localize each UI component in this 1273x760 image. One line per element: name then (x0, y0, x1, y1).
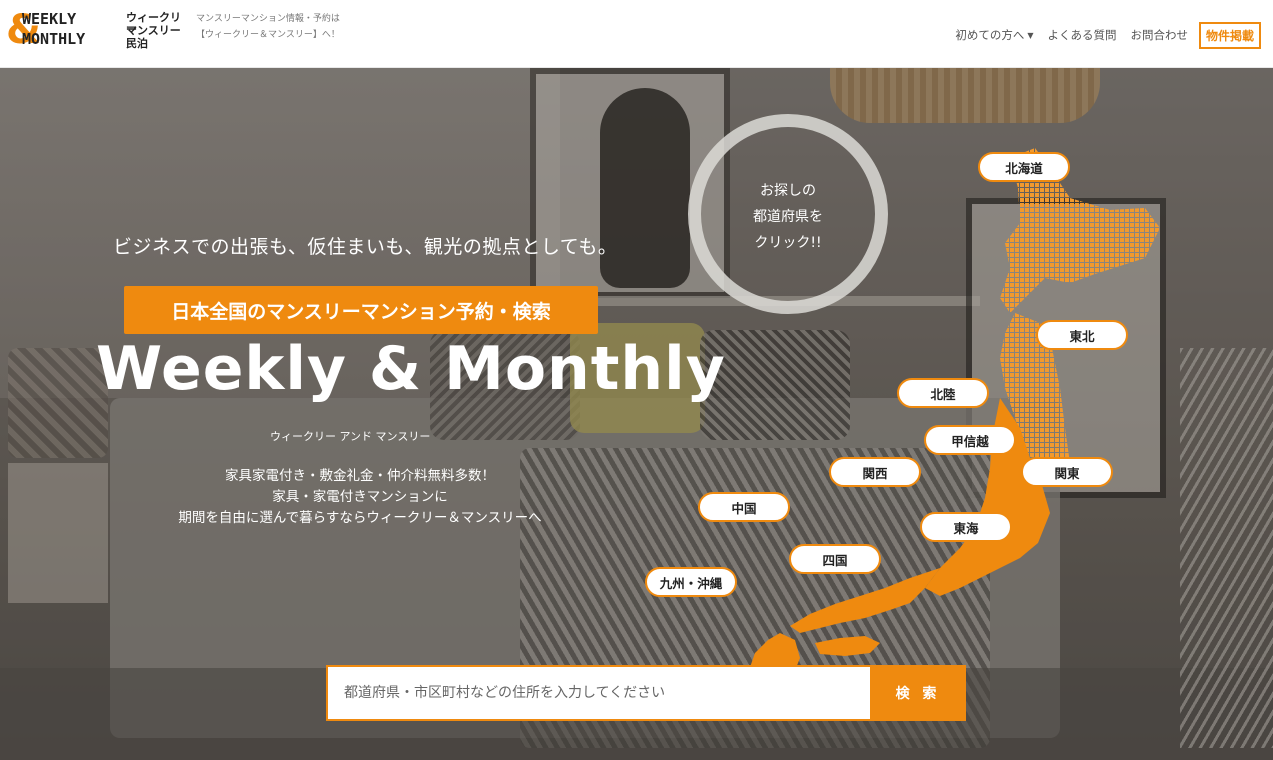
caret-down-icon: ▼ (1027, 30, 1034, 40)
region-tohoku-button[interactable]: 東北 (1036, 320, 1128, 350)
header-tagline: マンスリーマンション情報・予約は 【ウィークリー＆マンスリー】へ！ (196, 11, 340, 43)
region-tokai-button[interactable]: 東海 (920, 512, 1012, 542)
hero-desc-line-3: 期間を自由に選んで暮らすならウィークリー＆マンスリーへ (178, 510, 542, 526)
logo-jp-minpaku: 民泊 (126, 37, 148, 50)
region-kansai-button[interactable]: 関西 (829, 457, 921, 487)
tagline-line-2: 【ウィークリー＆マンスリー】へ！ (196, 30, 340, 40)
japan-map[interactable] (640, 148, 1200, 708)
map-honshu-west[interactable] (790, 568, 940, 633)
hero-title-kana: ウィークリー アンド マンスリー (270, 430, 431, 443)
region-hokkaido-button[interactable]: 北海道 (978, 152, 1070, 182)
region-chugoku-button[interactable]: 中国 (698, 492, 790, 522)
post-property-button[interactable]: 物件掲載 (1198, 21, 1261, 49)
tagline-line-1: マンスリーマンション情報・予約は (196, 14, 340, 24)
site-logo[interactable]: & WEEKLY MONTHLY ウィークリー マンスリー 民泊 (6, 8, 186, 58)
hero-desc-line-1: 家具家電付き・敷金礼金・仲介料無料多数！ (225, 468, 495, 484)
address-search-input[interactable] (326, 665, 870, 721)
region-kyushu-okinawa-button[interactable]: 九州・沖縄 (645, 567, 737, 597)
logo-jp-monthly: マンスリー (126, 24, 181, 37)
region-shikoku-button[interactable]: 四国 (789, 544, 881, 574)
nav-faq-link[interactable]: よくある質問 (1040, 27, 1123, 43)
hero-sub-catchphrase: ビジネスでの出張も、仮住まいも、観光の拠点としても。 (113, 236, 618, 258)
hero-section: ビジネスでの出張も、仮住まいも、観光の拠点としても。 日本全国のマンスリーマンシ… (0, 68, 1273, 760)
logo-word-monthly: MONTHLY (22, 30, 86, 48)
nav-first-time-dropdown[interactable]: 初めての方へ ▼ (948, 27, 1040, 43)
hero-banner: 日本全国のマンスリーマンション予約・検索 (124, 286, 598, 334)
region-hokuriku-button[interactable]: 北陸 (897, 378, 989, 408)
map-shikoku[interactable] (815, 636, 880, 656)
hero-title: Weekly & Monthly (96, 334, 726, 404)
region-kanto-button[interactable]: 関東 (1021, 457, 1113, 487)
nav-first-time-label: 初めての方へ (955, 28, 1025, 42)
site-header: & WEEKLY MONTHLY ウィークリー マンスリー 民泊 マンスリーマン… (0, 0, 1273, 68)
hero-description: 家具家電付き・敷金礼金・仲介料無料多数！ 家具・家電付きマンションに 期間を自由… (150, 466, 570, 529)
search-button[interactable]: 検 索 (870, 665, 966, 721)
nav-contact-link[interactable]: お問合わせ (1123, 27, 1195, 43)
logo-word-weekly: WEEKLY (22, 10, 77, 28)
hero-desc-line-2: 家具・家電付きマンションに (272, 489, 448, 505)
header-nav: 初めての方へ ▼ よくある質問 お問合わせ 物件掲載 (948, 21, 1261, 49)
region-koshinetsu-button[interactable]: 甲信越 (924, 425, 1016, 455)
search-bar: 検 索 (326, 665, 966, 721)
